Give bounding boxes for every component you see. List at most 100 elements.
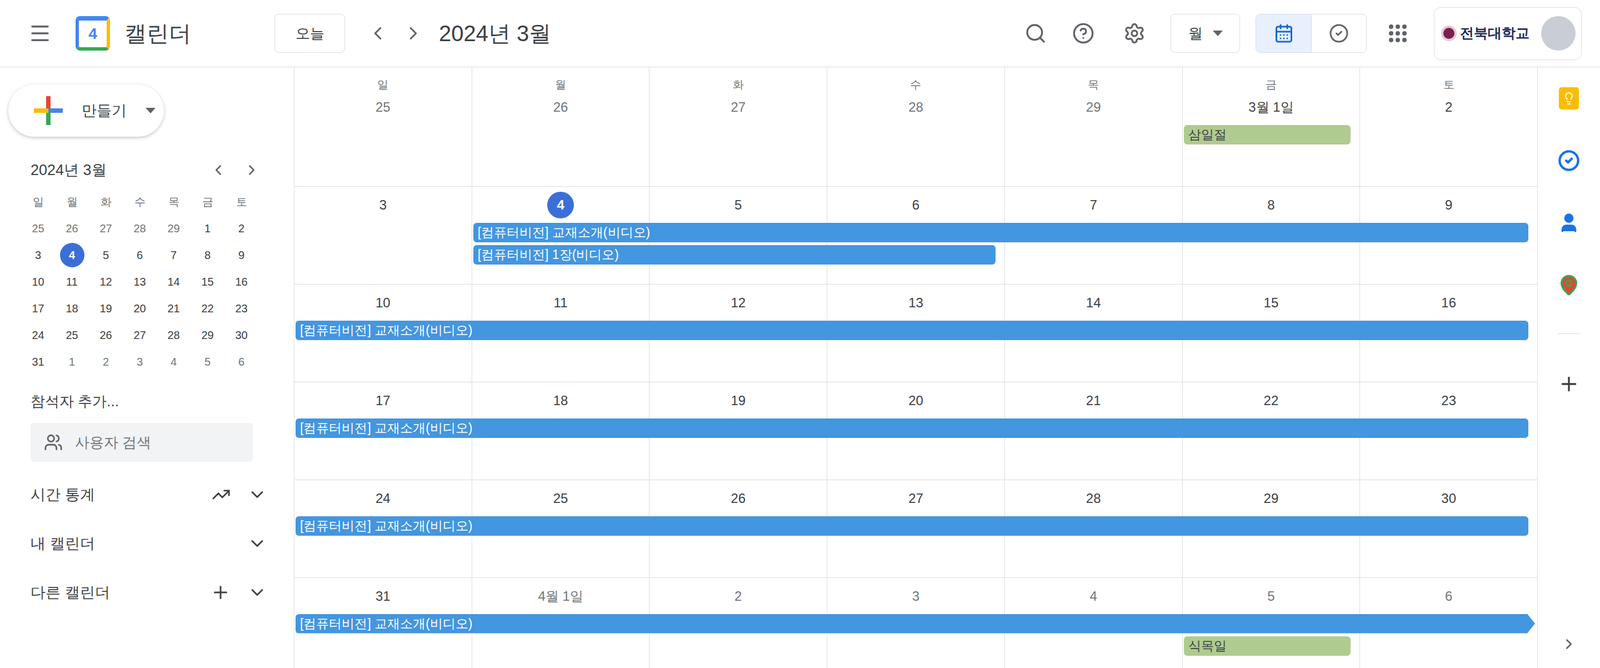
day-number[interactable]: 17: [369, 387, 397, 414]
stats-icon[interactable]: [211, 485, 231, 504]
contacts-button[interactable]: [1537, 191, 1600, 254]
add-addon-button[interactable]: [1537, 352, 1600, 415]
day-number[interactable]: 4: [1080, 582, 1107, 610]
mini-day[interactable]: 7: [156, 241, 191, 269]
mini-prev-button[interactable]: [203, 155, 233, 185]
sidebar-section[interactable]: 다른 캘린더: [0, 567, 294, 617]
tasks-view-button[interactable]: [1311, 14, 1367, 53]
mini-day[interactable]: 2: [224, 215, 259, 242]
mini-day[interactable]: 17: [21, 295, 55, 322]
day-number[interactable]: 24: [369, 485, 397, 512]
day-number[interactable]: 3: [369, 191, 397, 219]
day-number[interactable]: 18: [547, 387, 574, 414]
hide-panel-button[interactable]: [1552, 627, 1586, 661]
mini-day[interactable]: 27: [122, 321, 157, 349]
day-number[interactable]: 26: [725, 485, 752, 512]
day-number[interactable]: 4월 1일: [533, 582, 588, 610]
mini-day[interactable]: 26: [55, 215, 89, 242]
mini-day[interactable]: 3: [21, 241, 55, 269]
day-number[interactable]: 19: [725, 387, 752, 414]
previous-button[interactable]: [360, 15, 396, 52]
mini-day[interactable]: 12: [88, 268, 123, 295]
mini-day[interactable]: 1: [190, 215, 225, 242]
day-number[interactable]: 14: [1080, 289, 1107, 317]
holiday-chip[interactable]: 삼일절: [1183, 125, 1352, 145]
keep-button[interactable]: [1537, 67, 1600, 130]
day-number[interactable]: 13: [902, 289, 929, 317]
mini-day[interactable]: 28: [122, 215, 157, 242]
holiday-chip[interactable]: 식목일: [1183, 636, 1352, 656]
today-button[interactable]: 오늘: [274, 13, 345, 53]
main-menu-button[interactable]: [17, 11, 63, 56]
mini-day[interactable]: 22: [190, 295, 225, 322]
tasks-button[interactable]: [1537, 129, 1600, 192]
account-button[interactable]: 전북대학교: [1433, 7, 1582, 60]
day-number[interactable]: 11: [547, 289, 574, 317]
day-number[interactable]: 20: [902, 387, 929, 414]
next-button[interactable]: [395, 15, 432, 52]
mini-day[interactable]: 19: [88, 295, 123, 322]
day-number[interactable]: 22: [1257, 387, 1285, 414]
mini-next-button[interactable]: [237, 155, 267, 185]
mini-day[interactable]: 16: [224, 268, 259, 295]
mini-day[interactable]: 6: [122, 241, 157, 269]
day-number[interactable]: 2: [1435, 93, 1463, 121]
help-button[interactable]: [1061, 11, 1106, 56]
day-number[interactable]: 25: [547, 485, 574, 512]
settings-button[interactable]: [1112, 11, 1157, 56]
event-chip[interactable]: [컴퓨터비전] 교재소개(비디오): [295, 320, 1529, 340]
day-number[interactable]: 4: [547, 191, 574, 219]
mini-day[interactable]: 31: [21, 348, 55, 375]
day-number[interactable]: 2: [725, 582, 752, 610]
calendar-logo[interactable]: 4: [75, 16, 110, 51]
day-number[interactable]: 6: [1435, 582, 1463, 610]
mini-day[interactable]: 5: [88, 241, 123, 269]
sidebar-section[interactable]: 내 캘린더: [0, 518, 294, 568]
day-number[interactable]: 16: [1435, 289, 1463, 317]
day-number[interactable]: 31: [369, 582, 397, 610]
mini-day[interactable]: 20: [122, 295, 157, 322]
day-number[interactable]: 6: [902, 191, 929, 219]
event-chip[interactable]: [컴퓨터비전] 교재소개(비디오): [295, 516, 1529, 536]
day-number[interactable]: 27: [902, 485, 929, 512]
view-select[interactable]: 월: [1170, 13, 1240, 53]
day-number[interactable]: 25: [369, 93, 397, 121]
mini-day[interactable]: 21: [156, 295, 191, 322]
mini-day[interactable]: 8: [190, 241, 225, 269]
chevron-down-icon[interactable]: [247, 582, 268, 603]
day-number[interactable]: 23: [1435, 387, 1463, 414]
user-search-field[interactable]: 사용자 검색: [30, 422, 253, 462]
day-number[interactable]: 5: [1257, 582, 1285, 610]
day-cell[interactable]: 토2: [1359, 67, 1538, 187]
day-cell[interactable]: 월26: [471, 67, 650, 187]
mini-day[interactable]: 30: [224, 321, 259, 349]
day-number[interactable]: 15: [1257, 289, 1285, 317]
day-number[interactable]: 3월 1일: [1243, 93, 1298, 121]
mini-day[interactable]: 2: [88, 348, 123, 375]
mini-day[interactable]: 1: [55, 348, 89, 375]
day-number[interactable]: 3: [902, 582, 929, 610]
create-button[interactable]: 만들기: [8, 84, 164, 137]
mini-day[interactable]: 11: [55, 268, 89, 295]
mini-day[interactable]: 10: [21, 268, 55, 295]
day-number[interactable]: 10: [369, 289, 397, 317]
day-number[interactable]: 30: [1435, 485, 1463, 512]
mini-day[interactable]: 29: [190, 321, 225, 349]
apps-button[interactable]: [1375, 11, 1420, 56]
mini-day[interactable]: 15: [190, 268, 225, 295]
day-number[interactable]: 27: [725, 93, 752, 121]
mini-day[interactable]: 6: [224, 348, 259, 375]
mini-day[interactable]: 13: [122, 268, 157, 295]
day-number[interactable]: 29: [1257, 485, 1285, 512]
day-number[interactable]: 29: [1080, 93, 1107, 121]
mini-day[interactable]: 29: [156, 215, 191, 242]
maps-button[interactable]: [1537, 253, 1600, 317]
day-number[interactable]: 26: [547, 93, 574, 121]
mini-day[interactable]: 25: [21, 215, 55, 242]
mini-day[interactable]: 23: [224, 295, 259, 322]
day-number[interactable]: 9: [1435, 191, 1463, 219]
day-number[interactable]: 28: [1080, 485, 1107, 512]
mini-day[interactable]: 14: [156, 268, 191, 295]
day-number[interactable]: 12: [725, 289, 752, 317]
event-chip[interactable]: [컴퓨터비전] 교재소개(비디오): [295, 418, 1529, 438]
